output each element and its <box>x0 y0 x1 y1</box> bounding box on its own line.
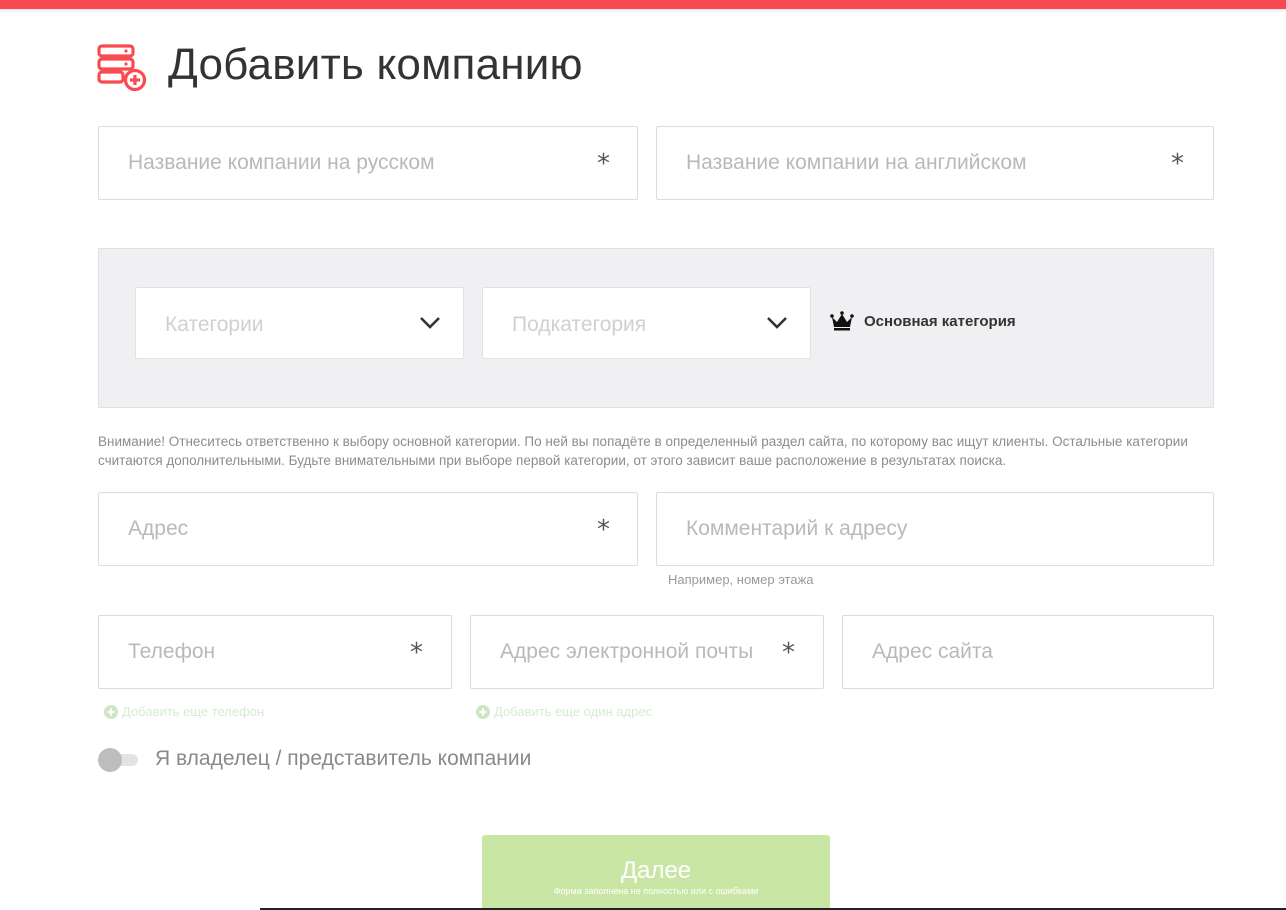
owner-toggle-label: Я владелец / представитель компании <box>155 747 532 770</box>
category-notice: Внимание! Отнеситесь ответственно к выбо… <box>98 434 1188 468</box>
required-mark: * <box>1171 149 1184 179</box>
chevron-down-icon <box>420 317 440 329</box>
top-bar-shadow <box>0 9 1286 12</box>
subcategory-select-label: Подкатегория <box>512 313 647 336</box>
subcategory-select[interactable]: Подкатегория <box>482 287 811 359</box>
category-select-label: Категории <box>165 313 264 336</box>
plus-circle-icon <box>476 704 490 719</box>
phone-field[interactable]: * <box>98 615 452 689</box>
category-select[interactable]: Категории <box>135 287 464 359</box>
required-mark: * <box>597 515 610 545</box>
company-name-en-input[interactable] <box>657 127 1213 199</box>
main-category-label: Основная категория <box>864 312 1016 330</box>
plus-circle-icon <box>104 704 118 719</box>
address-comment-input[interactable] <box>657 493 1213 565</box>
add-phone-label: Добавить еще телефон <box>122 704 265 719</box>
top-accent-bar <box>0 0 1286 9</box>
company-name-en-field[interactable]: * <box>656 126 1214 200</box>
website-input[interactable] <box>843 616 1213 688</box>
email-input[interactable] <box>471 616 823 688</box>
address-comment-hint: Например, номер этажа <box>668 572 814 587</box>
phone-input[interactable] <box>99 616 451 688</box>
main-category-marker: Основная категория <box>830 311 1016 331</box>
address-input[interactable] <box>99 493 637 565</box>
owner-toggle[interactable] <box>98 747 138 773</box>
company-name-ru-field[interactable]: * <box>98 126 638 200</box>
page-title: Добавить компанию <box>168 40 583 89</box>
crown-icon <box>830 311 854 331</box>
next-button[interactable]: Далее Форма заполнена не полностью или с… <box>482 835 830 910</box>
next-button-sublabel: Форма заполнена не полностью или с ошибк… <box>553 886 759 896</box>
category-panel: Категории Подкатегория Основная категори… <box>98 248 1214 408</box>
required-mark: * <box>597 149 610 179</box>
server-add-icon <box>97 44 147 92</box>
required-mark: * <box>782 638 795 668</box>
add-phone-link[interactable]: Добавить еще телефон <box>104 704 264 719</box>
next-button-label: Далее <box>620 857 692 884</box>
address-field[interactable]: * <box>98 492 638 566</box>
add-email-link[interactable]: Добавить еще один адрес <box>476 704 652 719</box>
address-comment-field[interactable] <box>656 492 1214 566</box>
company-name-ru-input[interactable] <box>99 127 637 199</box>
toggle-knob <box>98 748 122 772</box>
chevron-down-icon <box>767 317 787 329</box>
email-field[interactable]: * <box>470 615 824 689</box>
add-email-label: Добавить еще один адрес <box>494 704 653 719</box>
required-mark: * <box>410 638 423 668</box>
website-field[interactable] <box>842 615 1214 689</box>
